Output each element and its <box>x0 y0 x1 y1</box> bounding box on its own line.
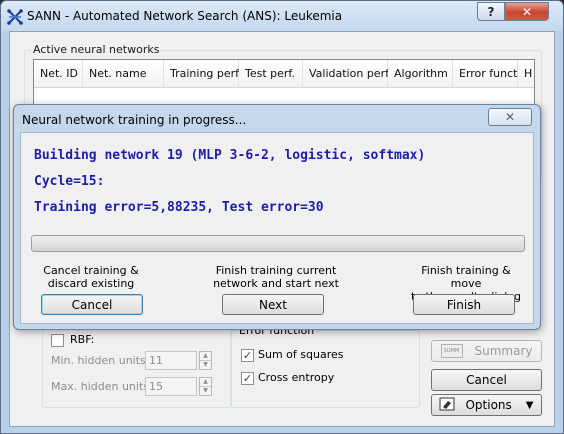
dialog-client-area: Building network 19 (MLP 3-6-2, logistic… <box>20 132 534 324</box>
column-header-net-id[interactable]: Net. ID <box>34 60 83 88</box>
window-title: SANN - Automated Network Search (ANS): L… <box>27 9 343 23</box>
column-header-net-name[interactable]: Net. name <box>83 60 164 88</box>
cross-entropy-checkbox[interactable]: ✓ <box>241 372 254 385</box>
spin-down-icon[interactable]: ▼ <box>200 360 211 369</box>
summary-icon: SUMM <box>440 344 463 358</box>
finish-training-button[interactable]: Finish <box>413 294 515 315</box>
checkmark-icon: ✓ <box>242 349 253 362</box>
networks-table-header: Net. ID Net. name Training perf. Test pe… <box>34 60 534 88</box>
summary-button[interactable]: SUMM Summary <box>431 340 542 362</box>
spin-up-icon[interactable]: ▲ <box>200 378 211 386</box>
status-line-cycle: Cycle=15: <box>34 174 105 189</box>
column-header-hidden[interactable]: H <box>518 60 534 88</box>
active-networks-group-title: Active neural networks <box>31 43 162 56</box>
column-header-test-perf[interactable]: Test perf. <box>239 60 303 88</box>
max-hidden-units-label: Max. hidden units: <box>51 380 153 393</box>
cancel-caption: Cancel training & discard existing <box>31 264 151 290</box>
column-header-algorithm[interactable]: Algorithm <box>388 60 453 88</box>
max-hidden-units-spinner[interactable]: ▲ ▼ <box>199 377 212 396</box>
main-titlebar[interactable]: SANN - Automated Network Search (ANS): L… <box>1 1 563 31</box>
cross-entropy-label: Cross entropy <box>258 371 335 384</box>
training-progress-dialog: Neural network training in progress... ✕… <box>13 104 541 330</box>
column-header-validation-perf[interactable]: Validation perf. <box>303 60 392 88</box>
rbf-checkbox[interactable] <box>51 334 64 347</box>
error-function-group: Error function ✓ Sum of squares ✓ Cross … <box>230 324 420 408</box>
summary-label: Summary <box>474 344 533 358</box>
column-header-training-perf[interactable]: Training perf. <box>164 60 242 88</box>
min-hidden-units-label: Min. hidden units: <box>51 354 150 367</box>
finish-caption-line-1: Finish training & move <box>421 264 511 290</box>
sum-of-squares-checkbox[interactable]: ✓ <box>241 349 254 362</box>
checkmark-icon: ✓ <box>242 372 253 385</box>
min-hidden-units-input[interactable]: 11 <box>145 351 197 370</box>
next-network-button[interactable]: Next <box>222 294 324 315</box>
dialog-close-button[interactable]: ✕ <box>488 108 532 126</box>
max-hidden-units-input[interactable]: 15 <box>145 377 197 396</box>
column-header-error-funct[interactable]: Error funct. <box>453 60 521 88</box>
dialog-titlebar[interactable]: Neural network training in progress... ✕ <box>14 105 540 132</box>
options-button[interactable]: Options ▼ <box>431 394 542 416</box>
status-line-building: Building network 19 (MLP 3-6-2, logistic… <box>34 148 426 163</box>
sum-of-squares-label: Sum of squares <box>258 348 344 361</box>
options-icon <box>439 397 455 414</box>
sann-app-icon <box>7 9 23 25</box>
training-progress-bar <box>31 235 525 252</box>
spin-up-icon[interactable]: ▲ <box>200 352 211 360</box>
cancel-button[interactable]: Cancel <box>431 369 542 391</box>
next-caption: Finish training current network and star… <box>211 264 341 290</box>
status-line-errors: Training error=5,88235, Test error=30 <box>34 200 324 215</box>
cancel-caption-line-1: Cancel training & <box>43 264 139 277</box>
cancel-caption-line-2: discard existing <box>47 277 135 290</box>
next-caption-line-1: Finish training current <box>215 264 337 277</box>
help-button[interactable]: ? <box>477 2 505 21</box>
dropdown-arrow-icon: ▼ <box>525 399 534 411</box>
dialog-title: Neural network training in progress... <box>22 113 247 127</box>
rbf-label: RBF: <box>70 333 95 346</box>
close-button[interactable]: ✕ <box>505 2 549 21</box>
min-hidden-units-spinner[interactable]: ▲ ▼ <box>199 351 212 370</box>
cancel-training-button[interactable]: Cancel <box>41 294 143 315</box>
spin-down-icon[interactable]: ▼ <box>200 386 211 395</box>
next-caption-line-2: network and start next <box>213 277 339 290</box>
rbf-settings-group: RBF: Min. hidden units: 11 ▲ ▼ Max. hidd… <box>42 328 232 408</box>
options-label: Options <box>465 398 512 412</box>
